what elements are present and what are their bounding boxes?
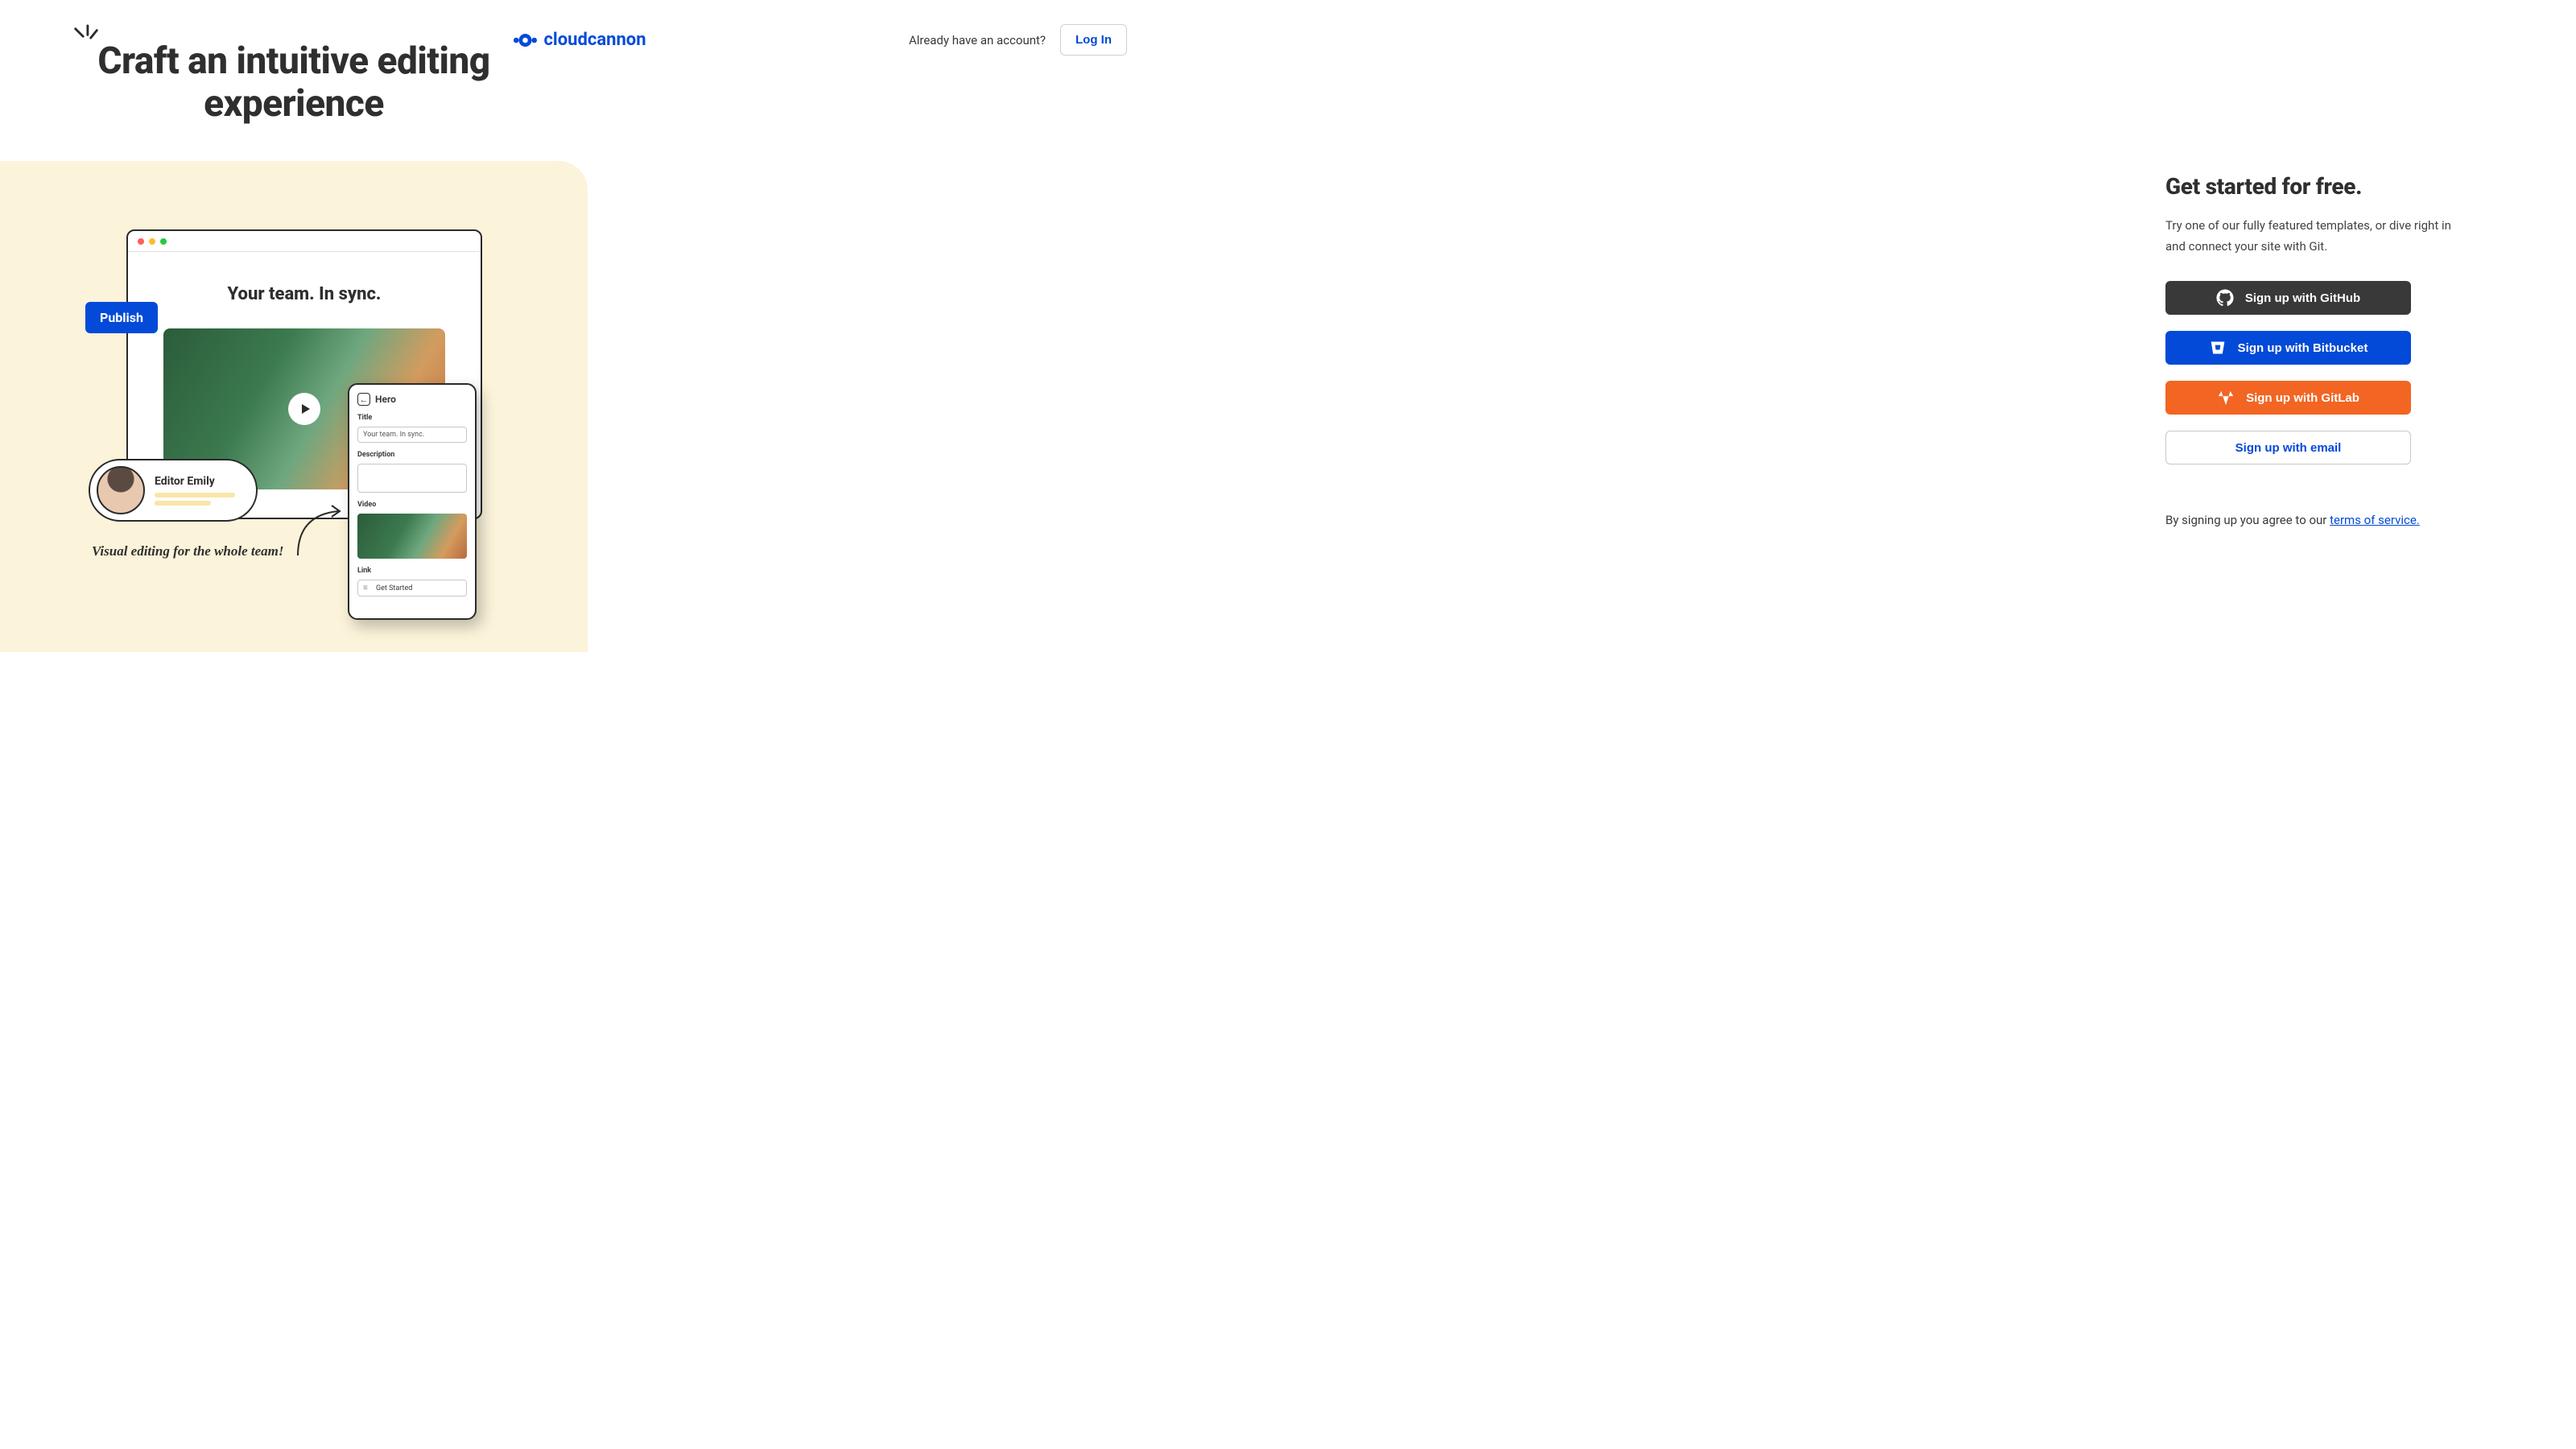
login-button[interactable]: Log In [1060,24,1127,56]
tos-link[interactable]: terms of service. [2330,513,2420,527]
brand-logo[interactable]: cloudcannon [513,28,646,52]
publish-badge: Publish [85,302,158,333]
back-icon: ← [357,393,370,406]
field-title-label: Title [357,414,467,422]
arrow-icon [290,499,354,564]
handwritten-caption: Visual editing for the whole team! [92,543,284,559]
tos-text: By signing up you agree to our terms of … [2165,513,2463,527]
window-close-dot [138,238,144,245]
placeholder-lines [155,493,235,506]
already-account-text: Already have an account? [909,33,1046,47]
browser-traffic-lights [128,231,481,252]
window-maximize-dot [160,238,167,245]
github-icon [2216,289,2234,307]
signup-description: Try one of our fully featured templates,… [2165,216,2463,257]
play-icon [288,393,320,425]
signup-heading: Get started for free. [2165,173,2463,200]
editor-name: Editor Emily [155,475,235,488]
window-minimize-dot [149,238,155,245]
signup-email-button[interactable]: Sign up with email [2165,431,2411,464]
signup-bitbucket-button[interactable]: Sign up with Bitbucket [2165,331,2411,365]
mobile-editor-panel: ← Hero Title Your team. In sync. Descrip… [348,383,477,620]
field-description-label: Description [357,451,467,459]
mobile-panel-title: Hero [375,394,396,405]
field-link-label: Link [357,567,467,575]
field-video-label: Video [357,501,467,509]
field-title-value: Your team. In sync. [357,427,467,443]
signup-gitlab-button[interactable]: Sign up with GitLab [2165,381,2411,415]
signup-github-button[interactable]: Sign up with GitHub [2165,281,2411,315]
gitlab-icon [2217,389,2235,407]
avatar [97,466,145,514]
browser-heading: Your team. In sync. [128,284,481,304]
cloudcannon-icon [513,28,537,52]
brand-name: cloudcannon [543,30,646,50]
field-video-thumb [357,514,467,559]
field-description-value [357,464,467,493]
bitbucket-icon [2209,339,2227,357]
editor-pill: Editor Emily [89,459,258,522]
link-icon: ≡ [363,584,371,592]
field-link-value: ≡ Get Started [357,580,467,597]
